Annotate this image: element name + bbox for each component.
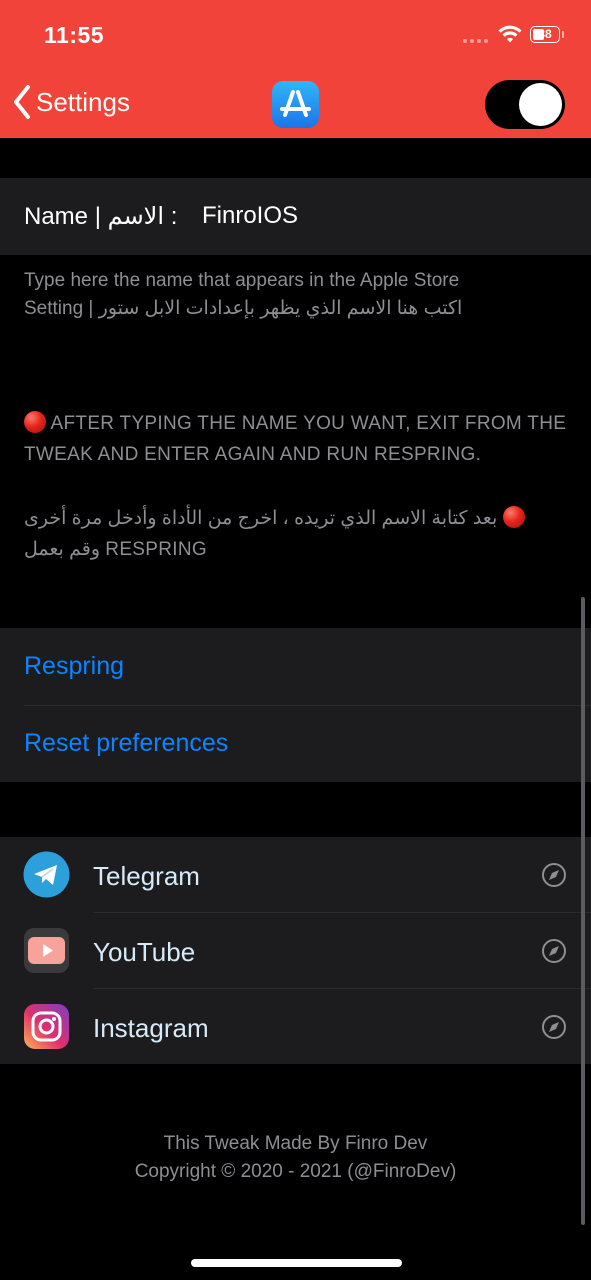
credits-line1: This Tweak Made By Finro Dev (163, 1133, 428, 1154)
youtube-label: YouTube (93, 937, 196, 967)
name-footer-line1: Type here the name that appears in the A… (24, 270, 460, 291)
app-store-icon (272, 81, 319, 128)
youtube-icon (24, 928, 69, 973)
status-time: 11:55 (44, 22, 105, 48)
english-note-text: AFTER TYPING THE NAME YOU WANT, EXIT FRO… (24, 413, 567, 465)
divider (24, 705, 591, 706)
telegram-label: Telegram (93, 861, 200, 891)
reset-preferences-button[interactable]: Reset preferences (24, 729, 228, 758)
telegram-link[interactable]: Telegram (0, 837, 591, 912)
name-setting-row[interactable]: Name | الاسم : FinroIOS (0, 178, 591, 255)
social-links-group: Telegram YouTube Instagram (0, 837, 591, 1064)
battery-icon: 38 (530, 26, 560, 43)
instagram-icon (24, 1004, 69, 1049)
toggle-knob (519, 83, 562, 126)
instagram-label: Instagram (93, 1013, 209, 1043)
english-note: AFTER TYPING THE NAME YOU WANT, EXIT FRO… (24, 408, 569, 470)
battery-level: 38 (538, 27, 552, 41)
back-button[interactable]: Settings (12, 84, 130, 120)
name-input[interactable]: FinroIOS (202, 202, 298, 230)
red-circle-icon (502, 506, 525, 528)
telegram-icon (23, 851, 70, 898)
respring-button[interactable]: Respring (24, 652, 124, 681)
credits-line2: Copyright © 2020 - 2021 (@FinroDev) (134, 1161, 457, 1182)
arabic-note-line2: وقم بعمل RESPRING (24, 539, 207, 560)
battery-tip (562, 31, 564, 38)
arabic-note-line1: بعد كتابة الاسم الذي تريده ، اخرج من الأ… (24, 503, 550, 534)
home-indicator[interactable] (191, 1259, 402, 1267)
red-circle-icon (24, 411, 46, 433)
wifi-icon (498, 25, 522, 43)
arabic-note-text: بعد كتابة الاسم الذي تريده ، اخرج من الأ… (24, 508, 498, 529)
back-label: Settings (36, 86, 130, 117)
youtube-link[interactable]: YouTube (0, 913, 591, 988)
name-footer-line2: Setting | اكتب هنا الاسم الذي يظهر بإعدا… (24, 298, 463, 319)
chevron-left-icon (14, 85, 30, 119)
scrollbar[interactable] (581, 597, 585, 1225)
actions-group: Respring Reset preferences (0, 628, 591, 782)
name-label: Name | الاسم : (24, 203, 178, 230)
header-bar: 11:55 38 Settings (0, 0, 591, 138)
safari-compass-icon (542, 939, 566, 963)
enable-toggle[interactable] (485, 80, 565, 129)
instagram-link[interactable]: Instagram (0, 989, 591, 1064)
safari-compass-icon (542, 1015, 566, 1039)
cellular-signal-icon (463, 39, 488, 43)
safari-compass-icon (542, 863, 566, 887)
